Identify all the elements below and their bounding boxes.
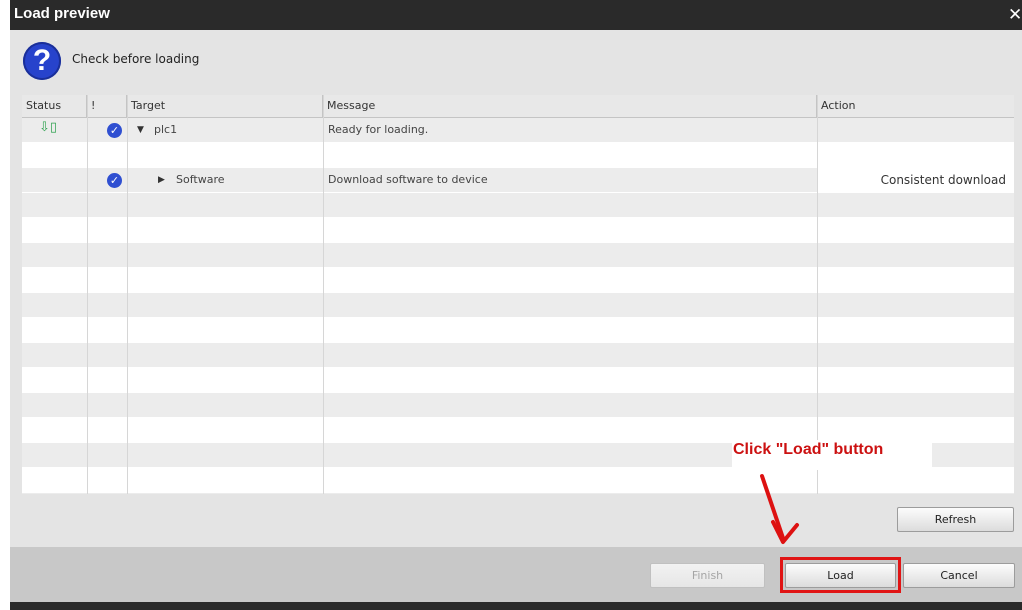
dialog-title: Load preview — [14, 5, 110, 22]
table-row — [22, 218, 1014, 243]
column-divider — [127, 95, 128, 494]
table-row[interactable]: ✓ ▶ Software Download software to device… — [22, 168, 1014, 193]
question-icon: ? — [23, 42, 61, 80]
table-row[interactable]: ⇩▯ ✓ ▼ plc1 Ready for loading. — [22, 118, 1014, 143]
table-row — [22, 143, 1014, 168]
load-button-highlight — [780, 557, 901, 593]
message-text: Download software to device — [328, 173, 488, 186]
finish-button[interactable]: Finish — [650, 563, 765, 588]
load-preview-table: Status ! Target Message Action ⇩▯ ✓ ▼ pl… — [22, 95, 1014, 494]
table-row — [22, 193, 1014, 218]
table-row — [22, 343, 1014, 368]
target-label: plc1 — [154, 123, 178, 136]
column-header-target[interactable]: Target — [127, 95, 323, 117]
dialog-bottom-edge — [10, 602, 1022, 610]
load-preview-dialog: Load preview ✕ ? Check before loading St… — [10, 0, 1022, 610]
table-row — [22, 243, 1014, 268]
dialog-title-bar: Load preview ✕ — [10, 0, 1022, 30]
action-dropdown[interactable]: Consistent download — [817, 168, 1014, 192]
arrow-down-icon — [760, 474, 799, 544]
column-header-status[interactable]: Status — [22, 95, 87, 117]
check-circle-icon: ✓ — [107, 123, 122, 138]
message-text: Ready for loading. — [328, 123, 429, 136]
column-header-message[interactable]: Message — [323, 95, 817, 117]
chevron-down-icon[interactable]: ▼ — [137, 125, 144, 135]
close-icon[interactable]: ✕ — [1008, 0, 1022, 30]
dialog-subtitle: Check before loading — [72, 52, 200, 66]
chevron-right-icon[interactable]: ▶ — [158, 175, 165, 185]
check-circle-icon: ✓ — [107, 173, 122, 188]
table-header: Status ! Target Message Action — [22, 95, 1014, 118]
refresh-button[interactable]: Refresh — [897, 507, 1014, 532]
cancel-button[interactable]: Cancel — [903, 563, 1015, 588]
table-row — [22, 393, 1014, 418]
column-header-action[interactable]: Action — [817, 95, 1014, 117]
table-row — [22, 468, 1014, 493]
column-divider — [323, 95, 324, 494]
instruction-annotation: Click "Load" button — [732, 440, 932, 470]
target-label: Software — [176, 173, 225, 186]
column-divider — [817, 95, 818, 494]
table-row — [22, 368, 1014, 393]
table-row — [22, 268, 1014, 293]
table-row — [22, 318, 1014, 343]
table-row — [22, 293, 1014, 318]
download-to-plc-icon: ⇩▯ — [39, 120, 58, 135]
column-divider — [87, 95, 88, 494]
column-header-warning[interactable]: ! — [87, 95, 127, 117]
